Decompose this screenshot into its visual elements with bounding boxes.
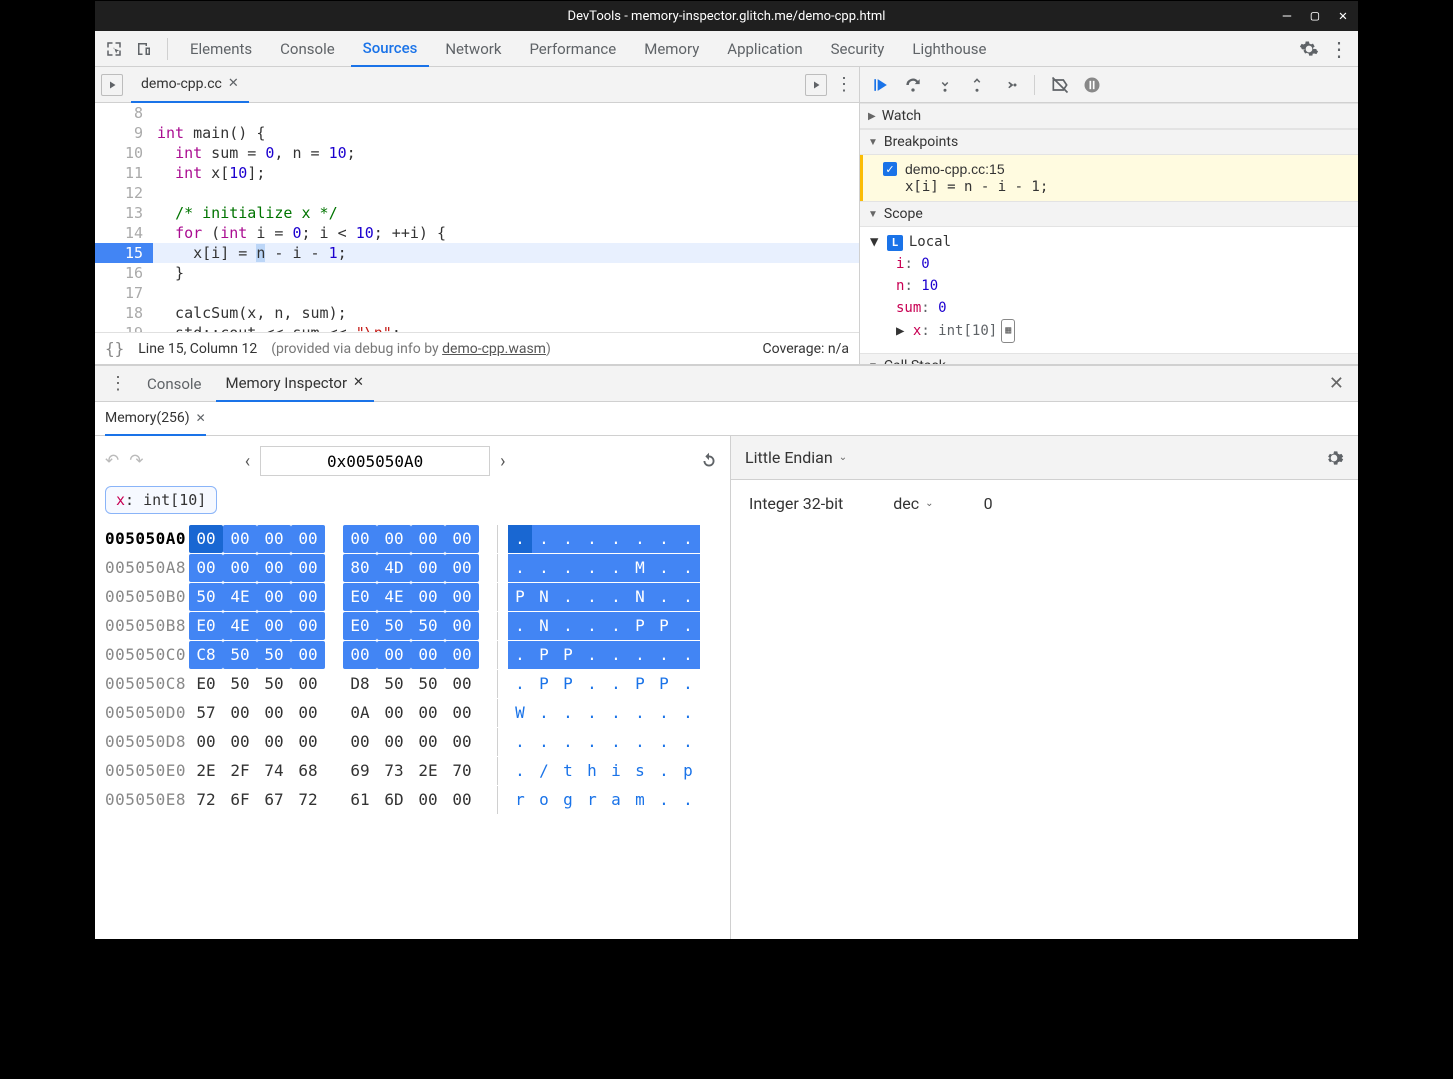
- memory-row[interactable]: 005050E8726F6772616D0000rogram..: [105, 785, 720, 814]
- history-back-icon[interactable]: ↶: [105, 451, 119, 471]
- panel-tab-lighthouse[interactable]: Lighthouse: [900, 31, 998, 67]
- scope-variable[interactable]: i: 0: [896, 253, 1348, 275]
- panel-tab-security[interactable]: Security: [819, 31, 897, 67]
- call-stack-section-header[interactable]: ▼Call Stack: [860, 353, 1358, 364]
- device-toolbar-icon[interactable]: [131, 36, 157, 62]
- close-file-tab-icon[interactable]: ✕: [228, 76, 239, 91]
- step-over-icon[interactable]: [902, 74, 924, 96]
- breakpoint-code: x[i] = n - i - 1;: [883, 179, 1348, 195]
- page-prev-icon[interactable]: ‹: [245, 451, 250, 472]
- pause-on-exceptions-icon[interactable]: [1081, 74, 1103, 96]
- wasm-link[interactable]: demo-cpp.wasm: [442, 341, 546, 357]
- resume-script-icon[interactable]: [870, 74, 892, 96]
- memory-row[interactable]: 005050C8E0505000D8505000.PP..PP.: [105, 669, 720, 698]
- code-line[interactable]: 19 std::cout << sum << "\n";: [95, 323, 859, 332]
- code-editor[interactable]: 89int main() {10 int sum = 0, n = 10;11 …: [95, 103, 859, 332]
- more-menu-icon[interactable]: ⋮: [1326, 36, 1352, 62]
- more-file-options-icon[interactable]: ⋮: [835, 74, 853, 95]
- code-line[interactable]: 9int main() {: [95, 123, 859, 143]
- code-line[interactable]: 12: [95, 183, 859, 203]
- run-snippet-icon[interactable]: [805, 74, 827, 96]
- deactivate-breakpoints-icon[interactable]: [1049, 74, 1071, 96]
- breakpoint-checkbox[interactable]: ✓: [883, 162, 897, 176]
- cursor-position: Line 15, Column 12: [138, 341, 257, 357]
- memory-instance-tab[interactable]: Memory(256) ✕: [105, 402, 206, 436]
- step-into-icon[interactable]: [934, 74, 956, 96]
- refresh-icon[interactable]: [698, 450, 720, 472]
- scope-variable[interactable]: n: 10: [896, 275, 1348, 297]
- memory-row[interactable]: 005050E02E2F746869732E70./this.p: [105, 756, 720, 785]
- step-out-icon[interactable]: [966, 74, 988, 96]
- code-line[interactable]: 11 int x[10];: [95, 163, 859, 183]
- close-drawer-tab-icon[interactable]: ✕: [353, 375, 364, 390]
- value-format-select[interactable]: dec⌄: [893, 494, 933, 513]
- drawer-more-icon[interactable]: ⋮: [103, 373, 133, 394]
- address-input[interactable]: [260, 446, 490, 476]
- panel-tab-console[interactable]: Console: [268, 31, 347, 67]
- code-line[interactable]: 8: [95, 103, 859, 123]
- navigator-toggle-icon[interactable]: [101, 74, 123, 96]
- minimize-button[interactable]: —: [1278, 8, 1296, 24]
- memory-row[interactable]: 005050B8E04E0000E0505000.N...PP.: [105, 611, 720, 640]
- drawer-tab-memory-inspector[interactable]: Memory Inspector ✕: [216, 366, 374, 402]
- memory-row[interactable]: 005050A00000000000000000........: [105, 524, 720, 553]
- debug-info-source: (provided via debug info by demo-cpp.was…: [271, 341, 551, 357]
- title-bar: DevTools - memory-inspector.glitch.me/de…: [95, 1, 1358, 31]
- memory-row[interactable]: 005050B0504E0000E04E0000PN...N..: [105, 582, 720, 611]
- editor-status-bar: {} Line 15, Column 12 (provided via debu…: [95, 332, 859, 364]
- memory-hex-viewer[interactable]: 005050A00000000000000000........005050A8…: [105, 524, 720, 814]
- code-line[interactable]: 18 calcSum(x, n, sum);: [95, 303, 859, 323]
- value-settings-icon[interactable]: [1324, 448, 1344, 468]
- object-chip[interactable]: x: int[10]: [105, 486, 217, 514]
- code-line[interactable]: 10 int sum = 0, n = 10;: [95, 143, 859, 163]
- maximize-button[interactable]: ▢: [1306, 8, 1324, 24]
- memory-row[interactable]: 005050D80000000000000000........: [105, 727, 720, 756]
- watch-section-header[interactable]: ▶Watch: [860, 103, 1358, 129]
- scope-variable[interactable]: sum: 0: [896, 297, 1348, 319]
- memory-row[interactable]: 005050A800000000804D0000.....M..: [105, 553, 720, 582]
- scope-variable-x[interactable]: ▶ x: int[10]▦: [896, 319, 1348, 343]
- endianness-select[interactable]: Little Endian⌄: [745, 448, 847, 467]
- reveal-in-memory-icon[interactable]: ▦: [1001, 319, 1015, 343]
- history-forward-icon[interactable]: ↷: [129, 451, 143, 471]
- scope-local-header[interactable]: ▼ LLocal: [870, 231, 1348, 253]
- step-icon[interactable]: [998, 74, 1020, 96]
- close-window-button[interactable]: ✕: [1334, 8, 1352, 24]
- window-title: DevTools - memory-inspector.glitch.me/de…: [568, 9, 886, 24]
- code-line[interactable]: 17: [95, 283, 859, 303]
- panel-tab-application[interactable]: Application: [715, 31, 814, 67]
- page-next-icon[interactable]: ›: [500, 451, 505, 472]
- close-memory-tab-icon[interactable]: ✕: [196, 411, 206, 425]
- code-line[interactable]: 16 }: [95, 263, 859, 283]
- interpreted-value: 0: [984, 494, 993, 513]
- breakpoint-entry[interactable]: ✓ demo-cpp.cc:15 x[i] = n - i - 1;: [860, 155, 1358, 201]
- value-type-label: Integer 32-bit: [749, 494, 843, 513]
- source-file-name: demo-cpp.cc: [141, 76, 222, 92]
- panel-tab-network[interactable]: Network: [433, 31, 513, 67]
- source-file-tab[interactable]: demo-cpp.cc ✕: [131, 67, 249, 103]
- coverage-status: Coverage: n/a: [763, 341, 849, 357]
- memory-row[interactable]: 005050D0570000000A000000W.......: [105, 698, 720, 727]
- panel-tab-elements[interactable]: Elements: [178, 31, 264, 67]
- panel-tab-memory[interactable]: Memory: [632, 31, 711, 67]
- close-drawer-icon[interactable]: ✕: [1323, 373, 1350, 394]
- panel-tab-performance[interactable]: Performance: [517, 31, 628, 67]
- code-line[interactable]: 15 x[i] = n - i - 1;: [95, 243, 859, 263]
- scope-section-header[interactable]: ▼Scope: [860, 201, 1358, 227]
- breakpoints-section-header[interactable]: ▼Breakpoints: [860, 129, 1358, 155]
- devtools-main-toolbar: Elements Console Sources Network Perform…: [95, 31, 1358, 67]
- memory-row[interactable]: 005050C0C850500000000000.PP.....: [105, 640, 720, 669]
- code-line[interactable]: 14 for (int i = 0; i < 10; ++i) {: [95, 223, 859, 243]
- panel-tab-sources[interactable]: Sources: [351, 31, 430, 67]
- pretty-print-icon[interactable]: {}: [105, 339, 124, 358]
- inspect-element-icon[interactable]: [101, 36, 127, 62]
- settings-gear-icon[interactable]: [1296, 36, 1322, 62]
- breakpoint-location: demo-cpp.cc:15: [905, 161, 1005, 177]
- code-line[interactable]: 13 /* initialize x */: [95, 203, 859, 223]
- drawer-tab-console[interactable]: Console: [137, 366, 212, 402]
